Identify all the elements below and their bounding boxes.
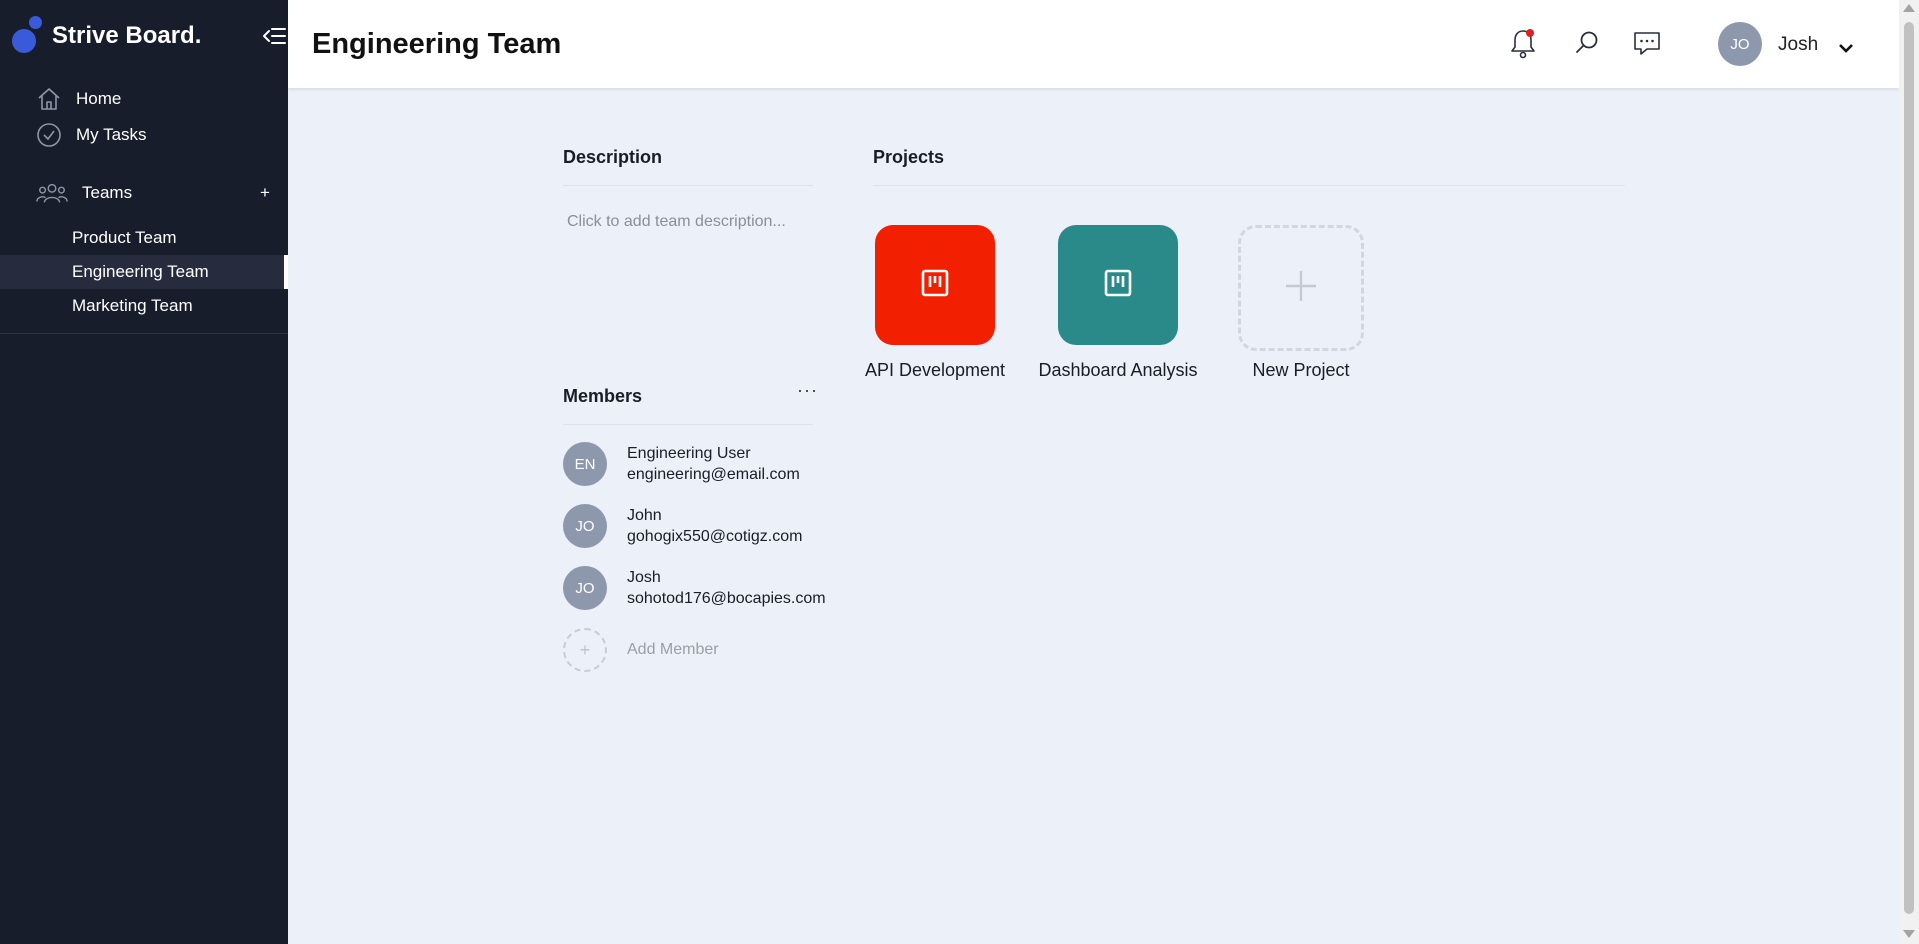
project-tile: [875, 225, 995, 345]
new-project-button[interactable]: New Project: [1221, 225, 1381, 381]
member-name: Josh: [627, 569, 661, 586]
member-name: John: [627, 507, 662, 524]
add-member-button[interactable]: + Add Member: [563, 628, 719, 672]
scrollbar[interactable]: [1899, 0, 1919, 944]
project-card-api-development[interactable]: API Development: [855, 225, 1015, 381]
member-name: Engineering User: [627, 445, 751, 462]
member-email: sohotod176@bocapies.com: [627, 590, 826, 607]
sidebar-item-label: Home: [76, 89, 122, 108]
board-icon: [1104, 269, 1132, 302]
member-email: gohogix550@cotigz.com: [627, 528, 803, 545]
user-name[interactable]: Josh: [1778, 34, 1818, 56]
avatar: EN: [563, 442, 607, 486]
avatar: JO: [563, 566, 607, 610]
scroll-down-arrow-icon[interactable]: [1903, 930, 1915, 938]
bell-icon[interactable]: [1506, 26, 1540, 60]
sidebar-item-label: Product Team: [72, 228, 177, 247]
page-title: Engineering Team: [312, 28, 562, 60]
brand-logo: [12, 16, 44, 56]
scroll-thumb[interactable]: [1904, 22, 1914, 914]
project-name: Dashboard Analysis: [1038, 360, 1198, 380]
chevron-down-icon[interactable]: [1836, 38, 1856, 58]
member-email: engineering@email.com: [627, 466, 800, 483]
members-divider: [563, 424, 813, 425]
notification-dot: [1526, 29, 1534, 37]
brand[interactable]: Strive Board.: [12, 16, 201, 56]
chat-icon[interactable]: [1630, 26, 1664, 60]
sidebar-item-label: My Tasks: [76, 125, 147, 144]
member-item[interactable]: JO John gohogix550@cotigz.com: [563, 504, 802, 548]
teams-icon: [36, 180, 68, 206]
sidebar-item-marketing-team[interactable]: Marketing Team: [0, 289, 288, 323]
projects-divider: [873, 185, 1625, 186]
sidebar-item-home[interactable]: Home: [36, 86, 121, 112]
sidebar: Strive Board. Home My Tasks Teams + Prod…: [0, 0, 288, 944]
project-tile: [1058, 225, 1178, 345]
sidebar-divider: [0, 333, 288, 334]
home-icon: [36, 86, 62, 112]
scroll-up-arrow-icon[interactable]: [1903, 4, 1915, 12]
members-title: Members: [563, 386, 643, 406]
sidebar-item-engineering-team[interactable]: Engineering Team: [0, 255, 288, 289]
plus-icon: [1282, 267, 1320, 310]
add-team-button[interactable]: +: [260, 183, 270, 203]
team-description-field[interactable]: Click to add team description...: [567, 213, 786, 231]
description-divider: [563, 185, 813, 186]
brand-name: Strive Board.: [52, 22, 202, 49]
header: Engineering Team JO Josh: [288, 0, 1899, 88]
plus-icon: +: [563, 628, 607, 672]
member-item[interactable]: JO Josh sohotod176@bocapies.com: [563, 566, 826, 610]
user-avatar[interactable]: JO: [1718, 22, 1762, 66]
search-icon[interactable]: [1570, 26, 1604, 60]
collapse-sidebar-icon[interactable]: [260, 22, 288, 50]
check-circle-icon: [36, 122, 62, 148]
sidebar-item-teams[interactable]: Teams: [36, 180, 132, 206]
projects-title: Projects: [873, 147, 945, 167]
sidebar-item-my-tasks[interactable]: My Tasks: [36, 122, 147, 148]
sidebar-item-label: Engineering Team: [72, 262, 209, 281]
members-more-button[interactable]: ···: [797, 380, 818, 401]
board-icon: [921, 269, 949, 302]
project-card-dashboard-analysis[interactable]: Dashboard Analysis: [1038, 225, 1198, 381]
new-project-tile: [1238, 225, 1364, 351]
add-member-label: Add Member: [627, 641, 719, 658]
description-title: Description: [563, 147, 663, 167]
sidebar-item-product-team[interactable]: Product Team: [0, 221, 288, 255]
member-item[interactable]: EN Engineering User engineering@email.co…: [563, 442, 800, 486]
sidebar-item-label: Marketing Team: [72, 296, 193, 315]
sidebar-item-label: Teams: [82, 183, 133, 202]
new-project-label: New Project: [1252, 360, 1350, 380]
project-name: API Development: [864, 360, 1006, 380]
avatar: JO: [563, 504, 607, 548]
